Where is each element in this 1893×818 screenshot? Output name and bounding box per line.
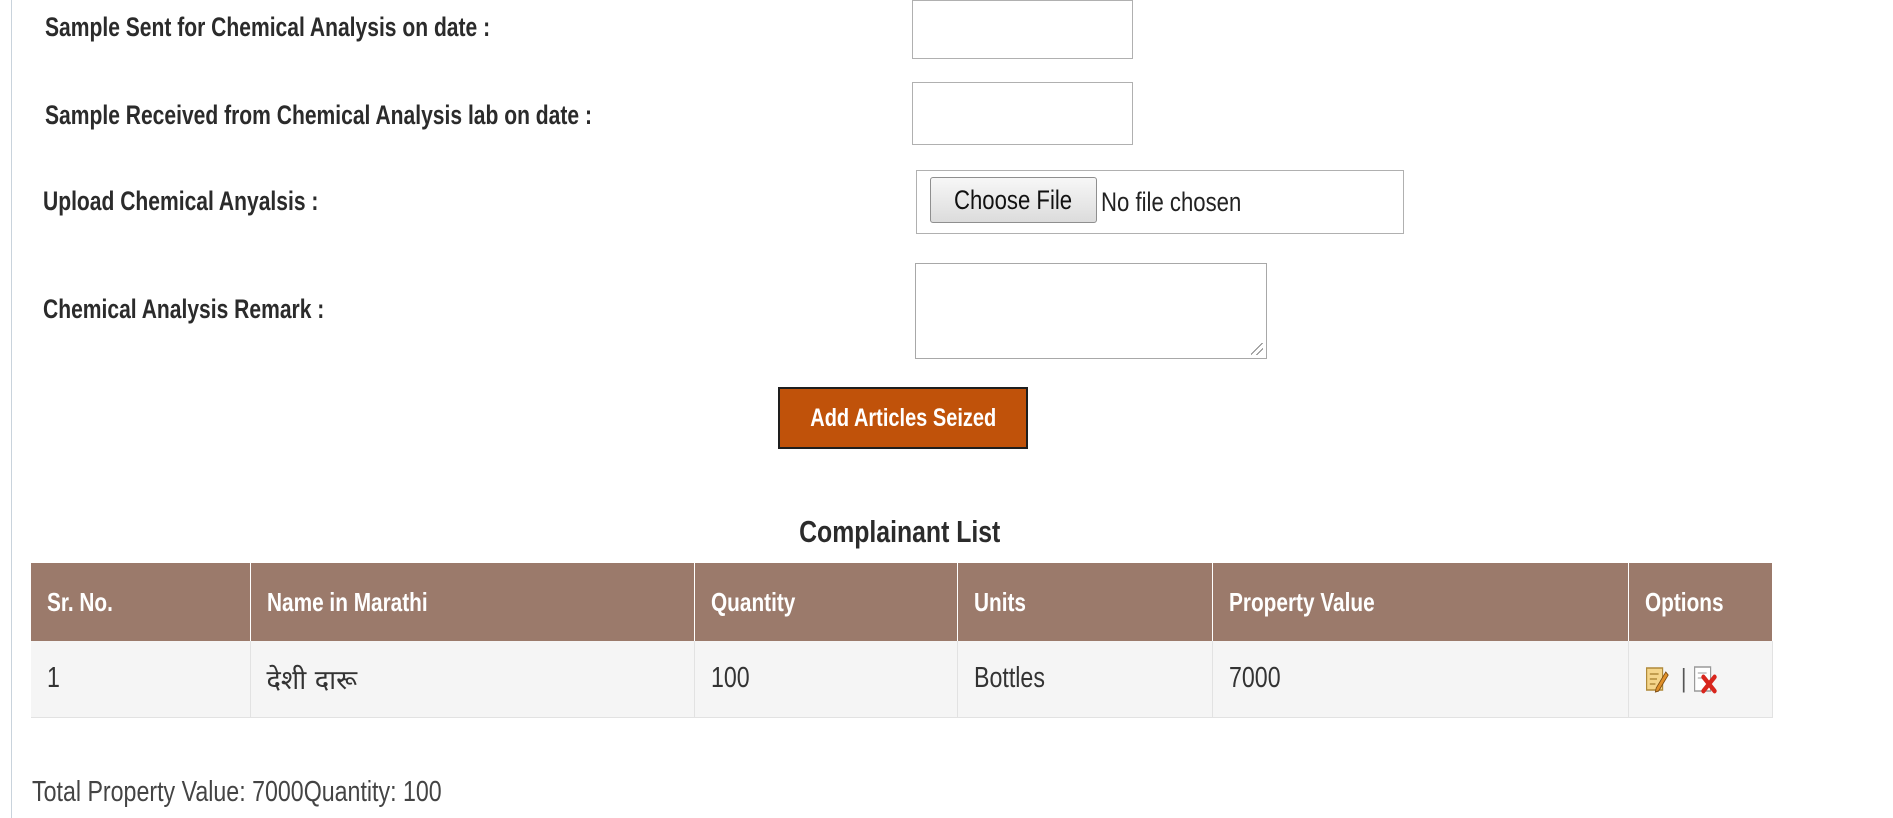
- cell-name-marathi: देशी दारू: [250, 641, 695, 718]
- sample-sent-date-input[interactable]: [912, 0, 1133, 59]
- remark-textarea[interactable]: [915, 263, 1267, 359]
- edit-icon[interactable]: [1645, 664, 1669, 694]
- sample-sent-label: Sample Sent for Chemical Analysis on dat…: [45, 12, 491, 42]
- sample-received-label: Sample Received from Chemical Analysis l…: [45, 100, 592, 130]
- remark-label: Chemical Analysis Remark :: [43, 294, 325, 324]
- column-header-quantity[interactable]: Quantity: [694, 563, 958, 641]
- file-upload-input[interactable]: Choose File No file chosen: [916, 170, 1404, 234]
- column-header-units[interactable]: Units: [957, 563, 1213, 641]
- cell-options: |: [1628, 641, 1773, 718]
- upload-label: Upload Chemical Anyalsis :: [43, 186, 319, 216]
- left-border-line: [11, 0, 12, 818]
- column-header-sr-no[interactable]: Sr. No.: [31, 563, 251, 641]
- resize-grip-icon[interactable]: [1251, 343, 1263, 355]
- complainant-list-title: Complainant List: [799, 514, 1001, 549]
- cell-quantity: 100: [694, 641, 958, 718]
- column-header-options: Options: [1628, 563, 1773, 641]
- table-header-row: Sr. No. Name in Marathi Quantity Units P…: [31, 563, 1773, 641]
- table-row: 1 देशी दारू 100 Bottles 7000 |: [31, 641, 1773, 718]
- no-file-chosen-text: No file chosen: [1101, 187, 1242, 217]
- options-separator: |: [1680, 663, 1686, 694]
- sample-received-date-input[interactable]: [912, 82, 1133, 145]
- column-header-name-marathi[interactable]: Name in Marathi: [250, 563, 695, 641]
- delete-icon[interactable]: [1693, 664, 1717, 694]
- total-summary-text: Total Property Value: 7000Quantity: 100: [32, 776, 442, 808]
- cell-sr-no: 1: [31, 641, 251, 718]
- cell-property-value: 7000: [1212, 641, 1629, 718]
- choose-file-button[interactable]: Choose File: [930, 177, 1097, 223]
- cell-units: Bottles: [957, 641, 1213, 718]
- complainant-table: Sr. No. Name in Marathi Quantity Units P…: [31, 563, 1773, 718]
- column-header-property-value[interactable]: Property Value: [1212, 563, 1629, 641]
- add-articles-seized-button[interactable]: Add Articles Seized: [778, 387, 1028, 449]
